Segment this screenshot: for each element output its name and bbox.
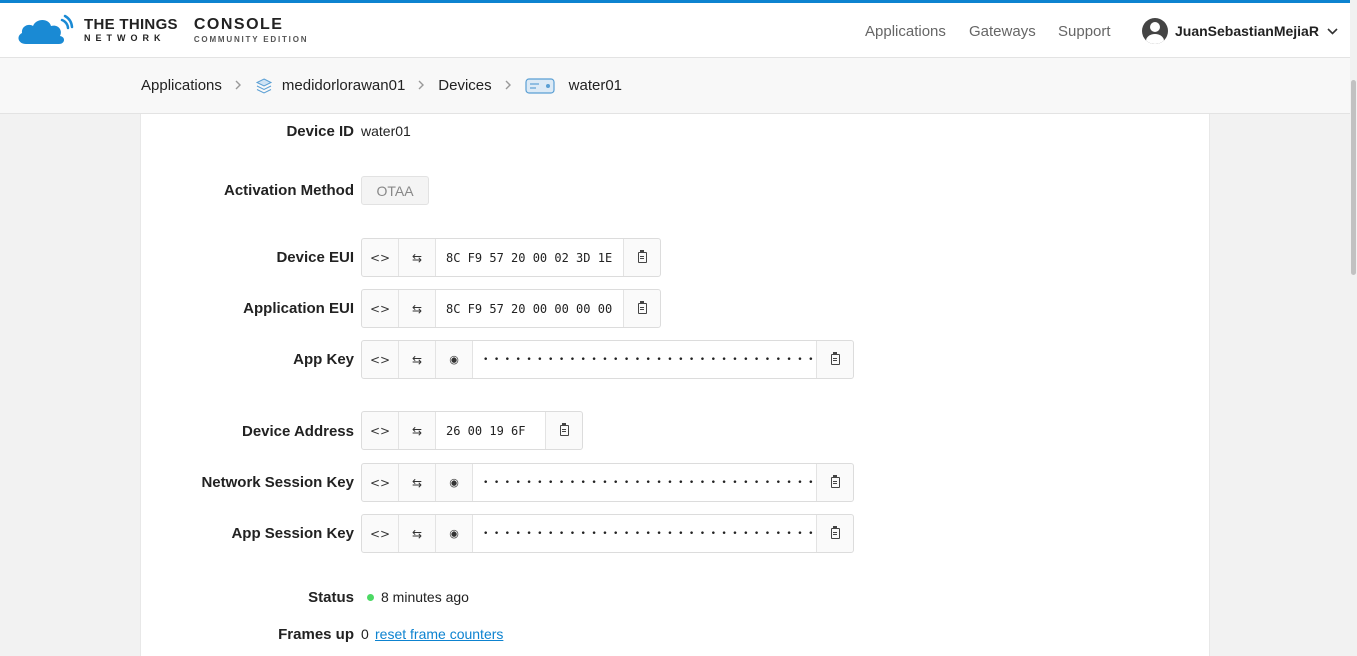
copy-clipboard-icon[interactable] — [546, 412, 582, 449]
chevron-right-icon — [235, 78, 242, 93]
app-session-key-value: • • • • • • • • • • • • • • • • • • • • … — [473, 515, 817, 552]
code-toggle-icon[interactable]: <> — [362, 515, 399, 552]
status-label: Status — [308, 589, 354, 606]
frames-up-label: Frames up — [278, 626, 354, 643]
breadcrumb-devices[interactable]: Devices — [438, 77, 491, 94]
brand-line2: NETWORK — [84, 33, 166, 43]
avatar — [1142, 18, 1168, 44]
activation-method-badge: OTAA — [361, 176, 429, 205]
eye-icon[interactable]: ◉ — [436, 515, 473, 552]
breadcrumb-applications[interactable]: Applications — [141, 77, 222, 94]
device-icon — [525, 77, 555, 95]
network-session-key-field: <> ⇆ ◉ • • • • • • • • • • • • • • • • •… — [361, 463, 854, 502]
copy-clipboard-icon[interactable] — [817, 515, 853, 552]
brand-line1: THE THINGS — [84, 16, 178, 33]
eye-icon[interactable]: ◉ — [436, 464, 473, 501]
scrollbar-thumb[interactable] — [1351, 80, 1356, 275]
chevron-down-icon — [1327, 27, 1338, 35]
code-toggle-icon[interactable]: <> — [362, 412, 399, 449]
page-scrollbar[interactable] — [1350, 0, 1357, 656]
byte-order-swap-icon[interactable]: ⇆ — [399, 341, 436, 378]
device-address-value: 26 00 19 6F — [436, 412, 546, 449]
copy-clipboard-icon[interactable] — [817, 464, 853, 501]
console-subtitle: COMMUNITY EDITION — [193, 34, 309, 44]
device-address-label: Device Address — [241, 423, 354, 440]
copy-clipboard-icon[interactable] — [624, 290, 660, 327]
application-stack-icon — [255, 77, 273, 95]
breadcrumb: Applications medidorlorawan01 Devices wa… — [0, 58, 1350, 114]
user-menu[interactable]: JuanSebastianMejiaR — [1142, 18, 1338, 44]
byte-order-swap-icon[interactable]: ⇆ — [399, 239, 436, 276]
status-online-dot — [367, 594, 374, 601]
copy-clipboard-icon[interactable] — [817, 341, 853, 378]
brand-text: THE THINGS NETWORK — [84, 17, 178, 43]
application-eui-field: <> ⇆ 8C F9 57 20 00 00 00 00 — [361, 289, 661, 328]
device-id-label: Device ID — [286, 123, 354, 140]
code-toggle-icon[interactable]: <> — [362, 290, 399, 327]
chevron-right-icon — [418, 78, 425, 93]
device-eui-value: 8C F9 57 20 00 02 3D 1E — [436, 239, 624, 276]
app-key-label: App Key — [293, 351, 354, 368]
device-address-field: <> ⇆ 26 00 19 6F — [361, 411, 583, 450]
nav-applications[interactable]: Applications — [865, 23, 946, 40]
reset-frame-counters-link[interactable]: reset frame counters — [375, 626, 503, 642]
breadcrumb-application[interactable]: medidorlorawan01 — [282, 77, 405, 94]
byte-order-swap-icon[interactable]: ⇆ — [399, 464, 436, 501]
application-eui-label: Application EUI — [243, 300, 354, 317]
status-value: 8 minutes ago — [381, 589, 469, 605]
device-id-value: water01 — [361, 123, 411, 139]
console-title: CONSOLE — [193, 15, 284, 33]
top-bar: THE THINGS NETWORK CONSOLE COMMUNITY EDI… — [0, 0, 1350, 58]
app-session-key-field: <> ⇆ ◉ • • • • • • • • • • • • • • • • •… — [361, 514, 854, 553]
console-title-block: CONSOLE COMMUNITY EDITION — [193, 15, 309, 44]
app-session-key-label: App Session Key — [231, 525, 354, 542]
user-name: JuanSebastianMejiaR — [1175, 23, 1319, 39]
device-eui-field: <> ⇆ 8C F9 57 20 00 02 3D 1E — [361, 238, 661, 277]
byte-order-swap-icon[interactable]: ⇆ — [399, 412, 436, 449]
breadcrumb-device: water01 — [568, 77, 623, 94]
activation-method-label: Activation Method — [224, 182, 354, 199]
byte-order-swap-icon[interactable]: ⇆ — [399, 290, 436, 327]
copy-clipboard-icon[interactable] — [624, 239, 660, 276]
app-key-value: • • • • • • • • • • • • • • • • • • • • … — [473, 341, 817, 378]
code-toggle-icon[interactable]: <> — [362, 239, 399, 276]
network-session-key-label: Network Session Key — [201, 474, 354, 491]
byte-order-swap-icon[interactable]: ⇆ — [399, 515, 436, 552]
code-toggle-icon[interactable]: <> — [362, 341, 399, 378]
application-eui-value: 8C F9 57 20 00 00 00 00 — [436, 290, 624, 327]
eye-icon[interactable]: ◉ — [436, 341, 473, 378]
frames-up-value: 0 — [361, 626, 369, 642]
nav-support[interactable]: Support — [1058, 23, 1111, 40]
ttn-logo[interactable]: THE THINGS NETWORK CONSOLE COMMUNITY EDI… — [16, 14, 308, 46]
network-session-key-value: • • • • • • • • • • • • • • • • • • • • … — [473, 464, 817, 501]
cloud-logo-icon — [16, 14, 74, 46]
app-key-field: <> ⇆ ◉ • • • • • • • • • • • • • • • • •… — [361, 340, 854, 379]
chevron-right-icon — [505, 78, 512, 93]
device-eui-label: Device EUI — [276, 249, 354, 266]
code-toggle-icon[interactable]: <> — [362, 464, 399, 501]
nav-gateways[interactable]: Gateways — [969, 23, 1036, 40]
